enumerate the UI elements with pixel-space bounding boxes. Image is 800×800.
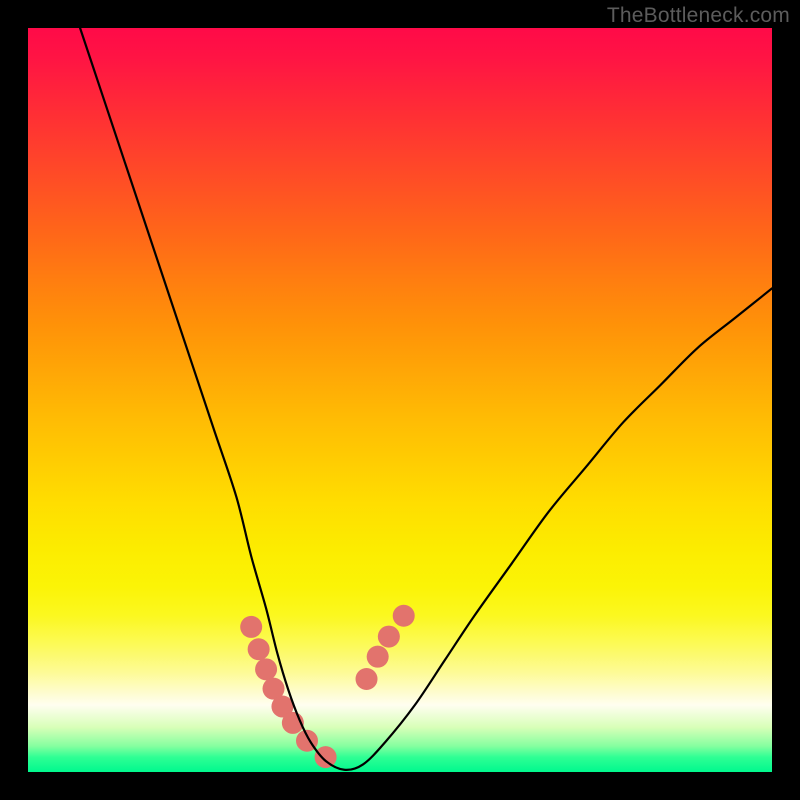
highlight-dot [393,605,415,627]
highlight-dot [240,616,262,638]
highlight-dot [367,646,389,668]
curve-layer [28,28,772,772]
highlight-dot [315,746,337,768]
highlight-dot [255,658,277,680]
highlight-dots [240,605,415,768]
highlight-dot [248,638,270,660]
highlight-dot [356,668,378,690]
watermark-text: TheBottleneck.com [607,4,790,28]
highlight-dot [378,626,400,648]
plot-area [28,28,772,772]
chart-frame: TheBottleneck.com [0,0,800,800]
bottleneck-curve [80,28,772,770]
